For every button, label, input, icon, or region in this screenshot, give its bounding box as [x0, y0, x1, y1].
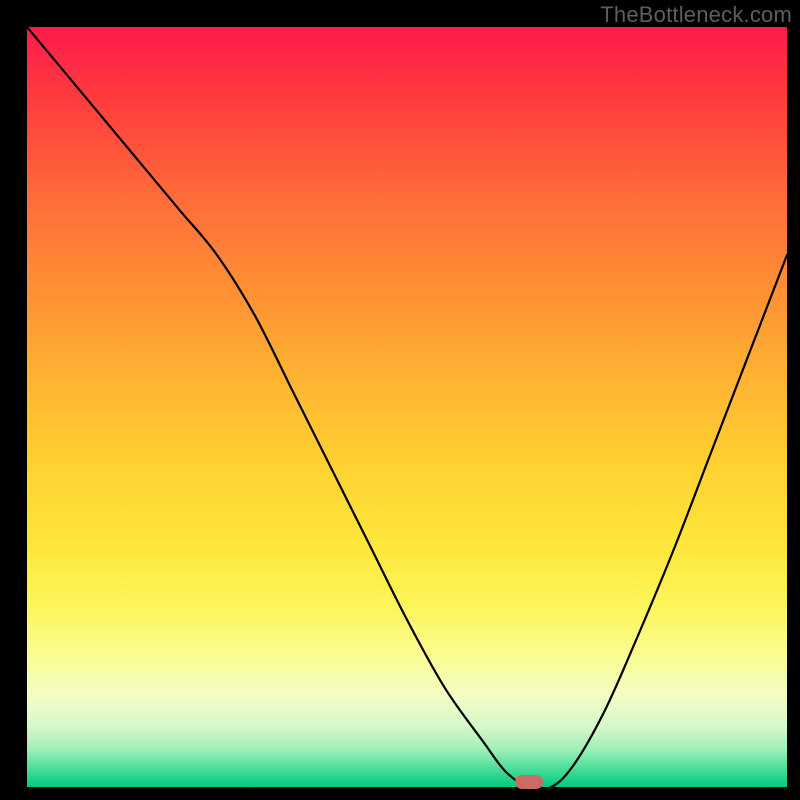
watermark-text: TheBottleneck.com — [600, 2, 792, 28]
chart-frame: TheBottleneck.com — [0, 0, 800, 800]
bottleneck-curve — [0, 0, 800, 800]
optimal-marker — [515, 775, 543, 789]
